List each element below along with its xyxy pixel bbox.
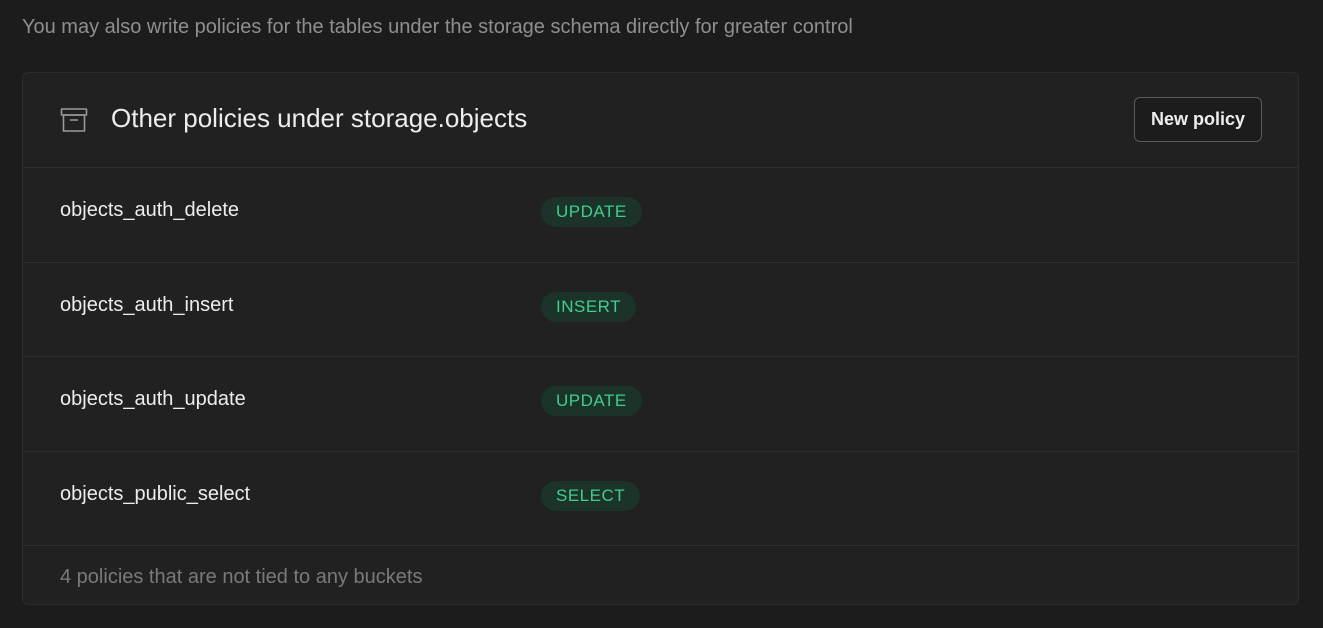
- policy-row[interactable]: objects_public_select SELECT: [23, 452, 1298, 546]
- policies-card-footer: 4 policies that are not tied to any buck…: [23, 546, 1298, 604]
- policy-command-badge: INSERT: [541, 291, 637, 322]
- policies-card-header: Other policies under storage.objects New…: [23, 73, 1298, 168]
- card-title: Other policies under storage.objects: [111, 103, 528, 133]
- policy-command-badge: UPDATE: [541, 197, 642, 227]
- policy-name: objects_auth_delete: [60, 199, 240, 221]
- policy-row[interactable]: objects_auth_delete UPDATE: [23, 168, 1298, 263]
- policy-name: objects_auth_insert: [60, 293, 234, 316]
- archive-icon: [60, 107, 88, 133]
- policies-count-text: 4 policies that are not tied to any buck…: [60, 566, 423, 588]
- new-policy-button[interactable]: New policy: [1133, 97, 1262, 142]
- policy-row[interactable]: objects_auth_update UPDATE: [23, 357, 1298, 452]
- policy-row[interactable]: objects_auth_insert INSERT: [23, 263, 1298, 357]
- policies-card: Other policies under storage.objects New…: [22, 72, 1299, 605]
- policy-command-badge: SELECT: [541, 480, 641, 511]
- policy-name: objects_public_select: [60, 482, 251, 505]
- policy-name: objects_auth_update: [60, 388, 246, 410]
- storage-schema-hint: You may also write policies for the tabl…: [22, 16, 853, 38]
- policy-command-badge: UPDATE: [541, 386, 642, 416]
